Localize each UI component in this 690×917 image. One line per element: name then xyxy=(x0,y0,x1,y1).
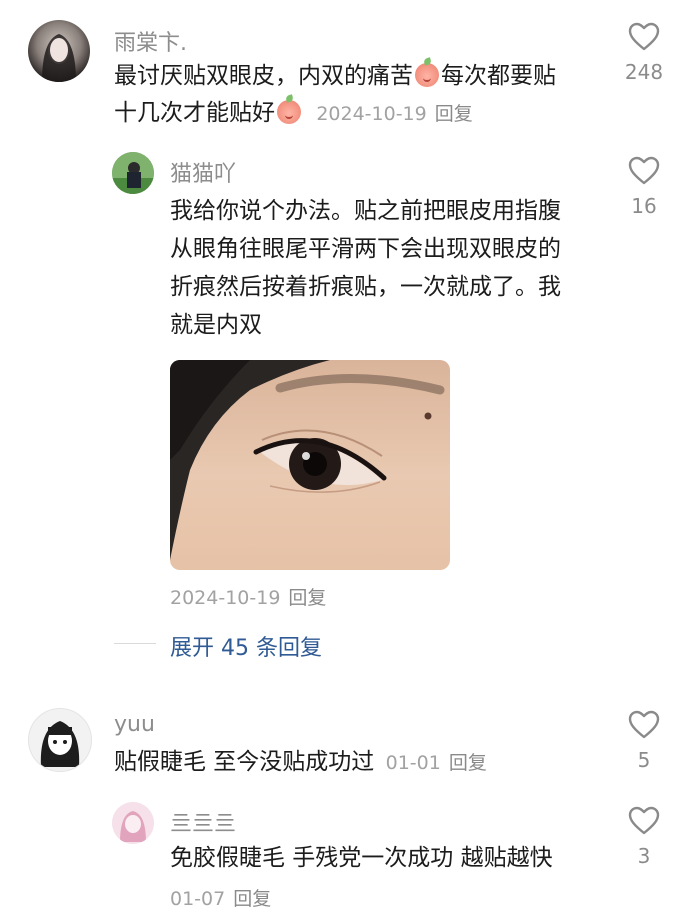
comment-username[interactable]: 雨棠卞. xyxy=(114,25,187,57)
comment-text-part: 十几次才能贴好 xyxy=(114,100,275,126)
comment-date: 01-01 xyxy=(385,752,441,774)
comment-username[interactable]: 亖亖亖 xyxy=(170,806,236,838)
comment-text: 最讨厌贴双眼皮，内双的痛苦 每次都要贴 十几次才能贴好 2024-10-19 回复 xyxy=(114,58,594,133)
peach-face-emoji-icon xyxy=(415,63,439,87)
reply-button[interactable]: 回复 xyxy=(449,752,487,774)
comment-text-line: 从眼角往眼尾平滑两下会出现双眼皮的 xyxy=(170,236,561,262)
like-button[interactable]: 5 xyxy=(614,710,674,772)
like-count: 248 xyxy=(624,60,664,84)
comment-text: 免胶假睫毛 手残党一次成功 越贴越快 xyxy=(170,845,553,871)
like-count: 16 xyxy=(631,194,657,218)
avatar[interactable] xyxy=(28,708,92,772)
avatar-image xyxy=(42,34,76,82)
comment-text-row: 贴假睫毛 至今没贴成功过 01-01 回复 xyxy=(114,744,487,782)
avatar[interactable] xyxy=(28,20,90,82)
reply-button[interactable]: 回复 xyxy=(288,587,326,609)
comment-image[interactable] xyxy=(170,360,450,570)
like-count: 5 xyxy=(637,748,651,772)
eye-photo xyxy=(170,360,445,560)
comment-text-line: 就是内双 xyxy=(170,312,262,338)
comment-username[interactable]: 猫猫吖 xyxy=(170,156,236,188)
comment-text-part: 最讨厌贴双眼皮，内双的痛苦 xyxy=(114,63,413,89)
comment-text-line: 我给你说个办法。贴之前把眼皮用指腹 xyxy=(170,198,561,224)
like-button[interactable]: 3 xyxy=(614,806,674,868)
like-button[interactable]: 248 xyxy=(614,22,674,84)
comment-text-part: 每次都要贴 xyxy=(441,63,556,89)
heart-outline-icon[interactable] xyxy=(628,806,660,836)
heart-outline-icon[interactable] xyxy=(628,710,660,740)
avatar[interactable] xyxy=(112,802,154,844)
comment-text-line: 折痕然后按着折痕贴，一次就成了。我 xyxy=(170,274,561,300)
comment-date: 01-07 xyxy=(170,888,226,910)
avatar[interactable] xyxy=(112,152,154,194)
comment-username[interactable]: yuu xyxy=(114,712,155,737)
expand-replies-button[interactable]: 展开 45 条回复 xyxy=(170,630,322,662)
reply-button[interactable]: 回复 xyxy=(435,103,473,125)
comment-meta: 2024-10-19 回复 xyxy=(170,583,326,610)
avatar-image xyxy=(112,152,154,194)
heart-outline-icon[interactable] xyxy=(628,156,660,186)
reply-button[interactable]: 回复 xyxy=(233,888,271,910)
heart-outline-icon[interactable] xyxy=(628,22,660,52)
avatar-image xyxy=(40,721,80,767)
comment-date: 2024-10-19 xyxy=(316,103,427,125)
comment-meta: 01-07 回复 xyxy=(170,884,271,911)
avatar-image xyxy=(112,802,154,844)
comment-date: 2024-10-19 xyxy=(170,587,281,609)
peach-face-emoji-icon xyxy=(277,100,301,124)
comment-text: 我给你说个办法。贴之前把眼皮用指腹 从眼角往眼尾平滑两下会出现双眼皮的 折痕然后… xyxy=(170,192,610,344)
comment-text: 贴假睫毛 至今没贴成功过 xyxy=(114,749,375,775)
expand-divider xyxy=(114,643,156,644)
like-button[interactable]: 16 xyxy=(614,156,674,218)
like-count: 3 xyxy=(637,844,651,868)
